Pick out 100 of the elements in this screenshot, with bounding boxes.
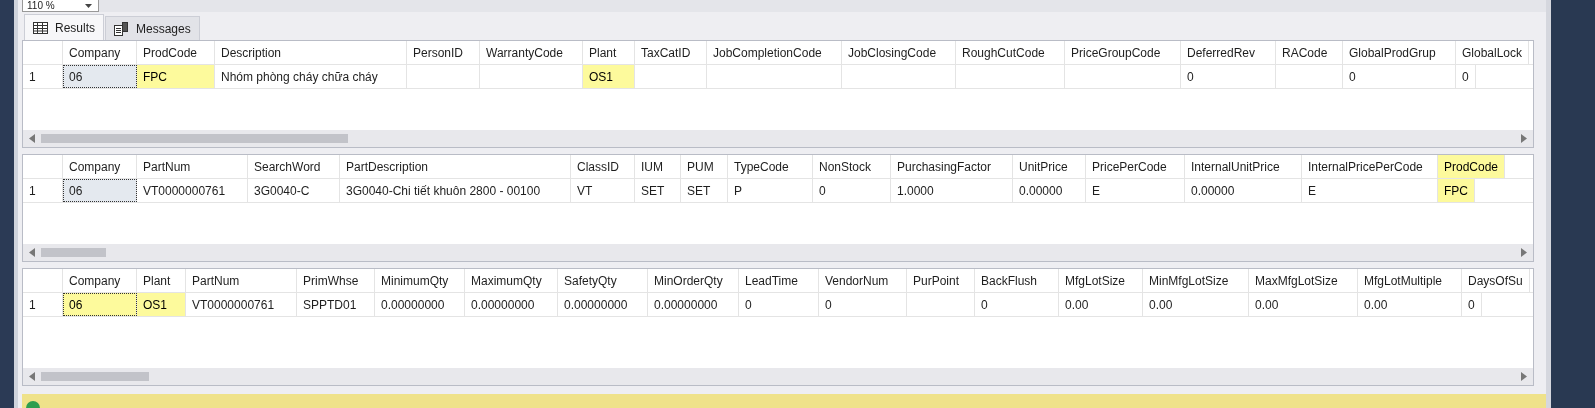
column-header[interactable]: Plant (583, 41, 635, 64)
result-tab[interactable]: Messages (105, 16, 200, 40)
table-cell: 0.00000 (1013, 179, 1086, 202)
table-cell: P (728, 179, 813, 202)
table-cell: 0.00 (1143, 293, 1249, 316)
column-header[interactable]: PrimWhse (297, 269, 375, 292)
column-header[interactable]: RACode (1276, 41, 1343, 64)
table-cell: OS1 (583, 65, 635, 88)
scroll-right-icon[interactable] (1521, 134, 1527, 143)
scrollbar-thumb[interactable] (41, 248, 106, 257)
table-cell: E (1086, 179, 1185, 202)
column-header[interactable]: PurPoint (907, 269, 975, 292)
column-header[interactable]: GlobalLock (1456, 41, 1530, 64)
column-header[interactable]: Plant (137, 269, 186, 292)
document-icon (114, 21, 129, 36)
column-header[interactable]: PricePerCode (1086, 155, 1185, 178)
result-tab[interactable]: Results (24, 14, 104, 40)
column-header[interactable]: SafetyQty (558, 269, 648, 292)
column-header[interactable]: PartNum (137, 155, 248, 178)
table-cell: VT0000000761 (186, 293, 297, 316)
column-header[interactable]: PartDescription (340, 155, 571, 178)
column-header[interactable]: JobCompletionCode (707, 41, 842, 64)
table-cell: 0.00 (1059, 293, 1143, 316)
column-header[interactable]: TypeCode (728, 155, 813, 178)
column-header[interactable]: Company (63, 41, 137, 64)
table-cell: 0.00 (1249, 293, 1358, 316)
horizontal-scrollbar[interactable] (23, 368, 1533, 385)
column-header[interactable]: PUM (681, 155, 728, 178)
scroll-left-icon[interactable] (29, 248, 35, 257)
column-header[interactable]: PartNum (186, 269, 297, 292)
column-header[interactable]: SearchWord (248, 155, 340, 178)
column-header[interactable]: NonStock (813, 155, 891, 178)
table-cell: 06 (63, 65, 137, 88)
column-header[interactable]: MaxMfgLotSize (1249, 269, 1358, 292)
column-header[interactable]: InternalUnitPrice (1185, 155, 1302, 178)
horizontal-scrollbar[interactable] (23, 130, 1533, 147)
column-header[interactable]: GlobalProdGrup (1343, 41, 1456, 64)
table-cell: FPC (1438, 179, 1475, 202)
table-cell: 0.00000000 (465, 293, 558, 316)
table-cell: 0 (1343, 65, 1456, 88)
table-cell: 0.00 (1358, 293, 1462, 316)
table-cell: VT (571, 179, 635, 202)
column-header[interactable]: Company (63, 155, 137, 178)
table-cell: 0 (813, 179, 891, 202)
column-header[interactable]: BackFlush (975, 269, 1059, 292)
column-header[interactable]: RoughCutCode (956, 41, 1065, 64)
table-cell: 06 (63, 179, 137, 202)
column-header[interactable]: ProdCode (137, 41, 215, 64)
table-cell: 3G0040-C (248, 179, 340, 202)
table-cell: 0 (975, 293, 1059, 316)
scroll-left-icon[interactable] (29, 134, 35, 143)
column-header[interactable]: IUM (635, 155, 681, 178)
scroll-right-icon[interactable] (1521, 372, 1527, 381)
caret-icon (84, 3, 92, 8)
column-header[interactable]: DeferredRev (1181, 41, 1276, 64)
column-header[interactable]: PriceGroupCode (1065, 41, 1181, 64)
column-header[interactable]: ClassID (571, 155, 635, 178)
table-cell: OS1 (137, 293, 186, 316)
column-header[interactable]: UnitPrice (1013, 155, 1086, 178)
table-cell: 0.00000000 (558, 293, 648, 316)
column-header[interactable]: MaximumQty (465, 269, 558, 292)
table-cell: 0 (739, 293, 819, 316)
column-header[interactable]: VendorNum (819, 269, 907, 292)
column-header[interactable]: MfgLotMultiple (1358, 269, 1462, 292)
column-header[interactable]: MinimumQty (375, 269, 465, 292)
scroll-right-icon[interactable] (1521, 248, 1527, 257)
table-cell: 0.00000 (1185, 179, 1302, 202)
table-cell: 0 (1181, 65, 1276, 88)
table-cell: FPC (137, 65, 215, 88)
table-cell: Nhóm phòng cháy chữa cháy (215, 65, 407, 88)
table-cell: 06 (63, 293, 137, 316)
column-header[interactable]: MfgLotSize (1059, 269, 1143, 292)
scroll-left-icon[interactable] (29, 372, 35, 381)
table-cell: 0 (1456, 65, 1476, 88)
column-header[interactable]: LeadTime (739, 269, 819, 292)
zoom-dropdown[interactable]: 110 % (22, 0, 99, 12)
grid-icon (33, 21, 48, 34)
column-header[interactable]: JobClosingCode (842, 41, 956, 64)
scrollbar-thumb[interactable] (41, 372, 149, 381)
column-header[interactable]: Company (63, 269, 137, 292)
horizontal-scrollbar[interactable] (23, 244, 1533, 261)
column-header[interactable]: TaxCatID (635, 41, 707, 64)
table-cell: 0 (1462, 293, 1482, 316)
table-cell: 3G0040-Chi tiết khuôn 2800 - 00100 (340, 179, 571, 202)
column-header[interactable]: MinMfgLotSize (1143, 269, 1249, 292)
scrollbar-thumb[interactable] (41, 134, 348, 143)
table-cell: SET (635, 179, 681, 202)
column-header[interactable]: DaysOfSu (1462, 269, 1530, 292)
column-header[interactable]: Description (215, 41, 407, 64)
column-header[interactable]: ProdCode (1438, 155, 1506, 178)
column-header[interactable]: PurchasingFactor (891, 155, 1013, 178)
table-cell: 0 (819, 293, 907, 316)
table-cell: 0.00000000 (648, 293, 739, 316)
column-header[interactable]: WarrantyCode (480, 41, 583, 64)
table-cell: 1.0000 (891, 179, 1013, 202)
table-cell: 0.00000000 (375, 293, 465, 316)
column-header[interactable]: PersonID (407, 41, 480, 64)
table-cell: SET (681, 179, 728, 202)
table-cell: SPPTD01 (297, 293, 375, 316)
column-header[interactable]: MinOrderQty (648, 269, 739, 292)
